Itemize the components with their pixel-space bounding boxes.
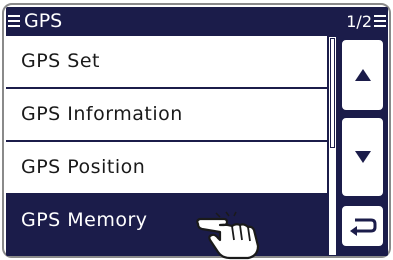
menu-item-gps-position[interactable]: GPS Position — [6, 142, 327, 193]
back-button[interactable] — [340, 204, 385, 248]
down-arrow-icon — [354, 151, 371, 163]
page-indicator: 1/2 — [346, 12, 372, 31]
menu-item-gps-set[interactable]: GPS Set — [6, 36, 327, 87]
list-icon — [374, 15, 386, 27]
scroll-thumb[interactable] — [330, 38, 335, 148]
back-arrow-icon — [349, 218, 376, 236]
page-title: GPS — [24, 10, 63, 32]
scrollbar[interactable] — [328, 36, 337, 256]
side-buttons — [337, 36, 388, 256]
menu-list: GPS Set GPS Information GPS Position GPS… — [6, 36, 327, 256]
pointing-hand-icon — [196, 211, 260, 260]
scroll-up-button[interactable] — [340, 38, 385, 112]
menu-icon — [8, 15, 20, 27]
menu-item-gps-information[interactable]: GPS Information — [6, 89, 327, 140]
scroll-down-button[interactable] — [340, 116, 385, 198]
menu-item-gps-memory[interactable]: GPS Memory — [6, 195, 327, 246]
title-bar: GPS 1/2 — [6, 7, 388, 35]
up-arrow-icon — [354, 69, 371, 81]
